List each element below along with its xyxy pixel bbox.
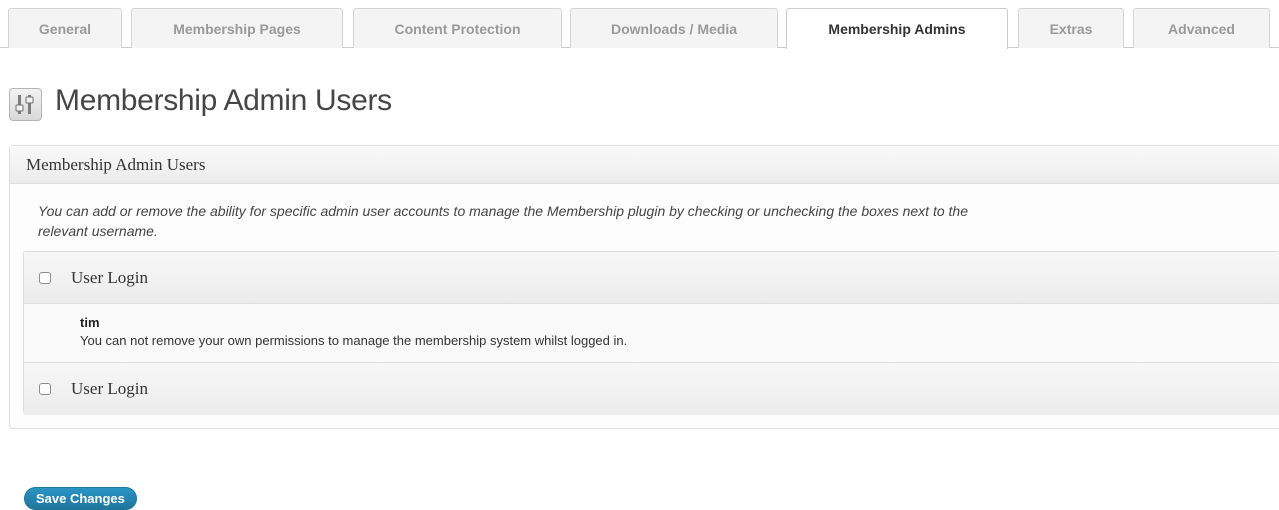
username: tim <box>80 315 100 330</box>
column-user-login: User Login <box>71 267 148 287</box>
permission-note: You can not remove your own permissions … <box>80 333 628 348</box>
table-row: tim You can not remove your own permissi… <box>24 304 1279 362</box>
tab-general[interactable]: General <box>8 8 122 48</box>
description-line-1: You can add or remove the ability for sp… <box>38 203 968 219</box>
postbox-title: Membership Admin Users <box>26 154 206 174</box>
tab-downloads-media[interactable]: Downloads / Media <box>570 8 778 48</box>
column-user-login-footer: User Login <box>71 379 148 398</box>
page-title: Membership Admin Users <box>55 84 392 117</box>
description-line-2: relevant username. <box>38 223 158 239</box>
tab-bar: General Membership Pages Content Protect… <box>0 0 1279 49</box>
admin-users-table: User Login tim You can not remove your o… <box>23 251 1279 415</box>
tab-content-protection[interactable]: Content Protection <box>353 8 562 48</box>
select-all-checkbox-footer[interactable] <box>39 383 51 395</box>
settings-sliders-glyph <box>15 95 34 114</box>
table-header: User Login <box>24 252 1279 304</box>
postbox-description: You can add or remove the ability for sp… <box>38 201 1268 241</box>
tab-membership-admins[interactable]: Membership Admins <box>786 8 1008 49</box>
tab-membership-pages[interactable]: Membership Pages <box>131 8 343 48</box>
tab-advanced[interactable]: Advanced <box>1133 8 1270 48</box>
select-all-checkbox[interactable] <box>39 271 51 284</box>
tab-extras[interactable]: Extras <box>1018 8 1124 48</box>
postbox-header: Membership Admin Users <box>10 146 1279 184</box>
settings-sliders-icon <box>9 88 42 121</box>
save-changes-button[interactable]: Save Changes <box>24 487 137 510</box>
table-footer: User Login <box>24 362 1279 415</box>
